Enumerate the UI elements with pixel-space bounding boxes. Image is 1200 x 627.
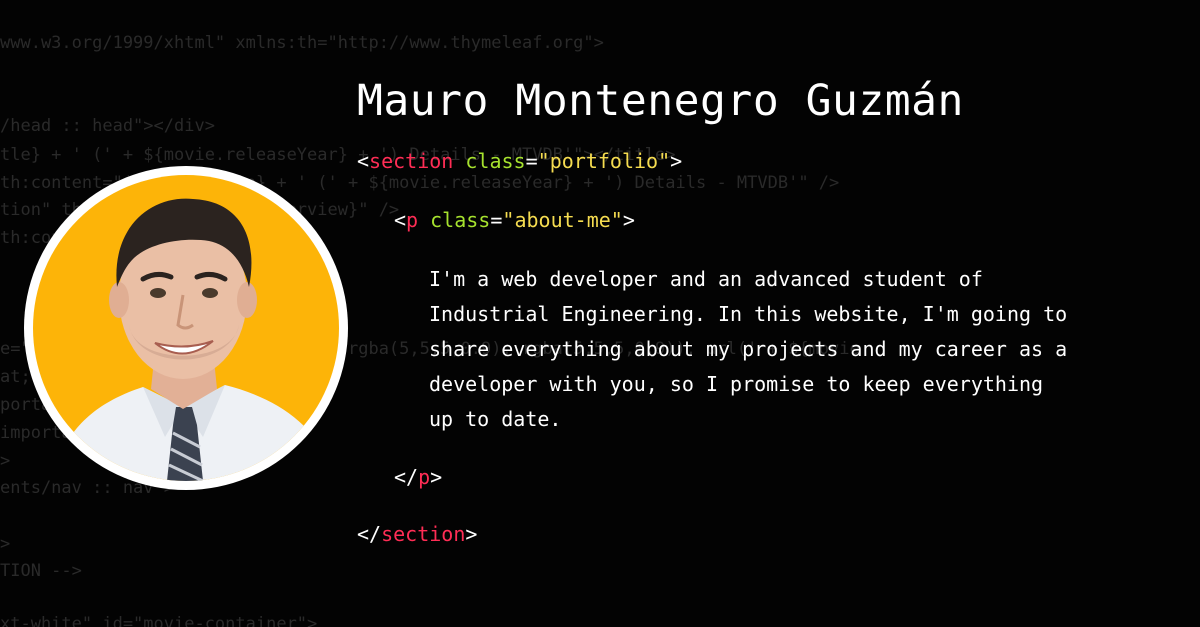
profile-photo [33,175,339,481]
background-code-line: xt-white" id="movie-container"> [0,614,318,627]
code-punctuation: = [490,208,503,232]
background-code-line: at; [0,367,31,387]
code-punctuation: < [357,149,370,173]
background-code-line: > [0,451,11,471]
code-tag-name: section [369,149,454,173]
code-punctuation: > [622,208,635,232]
code-punctuation: > [465,522,478,546]
code-tag-name: p [418,465,431,489]
code-attribute: class [430,208,491,232]
page-title: Mauro Montenegro Guzmán [357,76,964,126]
code-punctuation: = [525,149,538,173]
section-close-tag: </section> [357,522,477,546]
code-string: "about-me" [502,208,623,232]
code-punctuation: > [430,465,443,489]
code-attribute: class [465,149,526,173]
about-me-text: I'm a web developer and an advanced stud… [429,267,1068,431]
code-punctuation: </ [394,465,419,489]
code-punctuation: </ [357,522,382,546]
code-tag-name: p [406,208,419,232]
paragraph-open-tag: <p class="about-me"> [394,208,635,232]
background-code-line: www.w3.org/1999/xhtml" xmlns:th="http://… [0,33,604,53]
section-open-tag: <section class="portfolio"> [357,149,682,173]
background-code-line: TION --> [0,561,82,581]
avatar [24,166,348,490]
code-punctuation: > [670,149,683,173]
code-tag-name: section [381,522,466,546]
background-code-line: > [0,534,11,554]
paragraph-close-tag: </p> [394,465,442,489]
portfolio-banner: www.w3.org/1999/xhtml" xmlns:th="http://… [0,0,1200,627]
code-punctuation: < [394,208,407,232]
background-code-line: /head :: head"></div> [0,116,215,136]
code-string: "portfolio" [537,149,671,173]
